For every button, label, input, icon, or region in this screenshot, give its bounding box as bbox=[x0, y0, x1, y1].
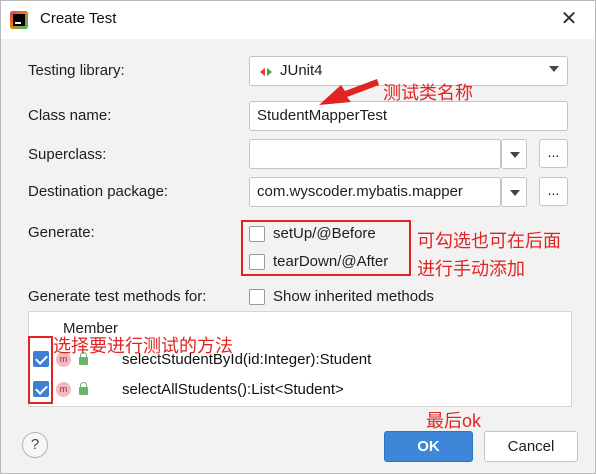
annotation-generate-box bbox=[241, 220, 411, 276]
annotation-ok: 最后ok bbox=[426, 411, 482, 431]
annotation-methods: 选择要进行测试的方法 bbox=[53, 336, 233, 356]
annotation-generate-line2: 进行手动添加 bbox=[417, 259, 525, 279]
annotation-checkbox-box bbox=[28, 336, 53, 404]
annotation-arrow-icon bbox=[319, 79, 379, 105]
annotation-generate-line1: 可勾选也可在后面 bbox=[417, 231, 561, 251]
annotation-class-name: 测试类名称 bbox=[383, 83, 473, 103]
create-test-dialog: Create Test ✕ Testing library: JUnit4 Cl… bbox=[0, 0, 596, 474]
